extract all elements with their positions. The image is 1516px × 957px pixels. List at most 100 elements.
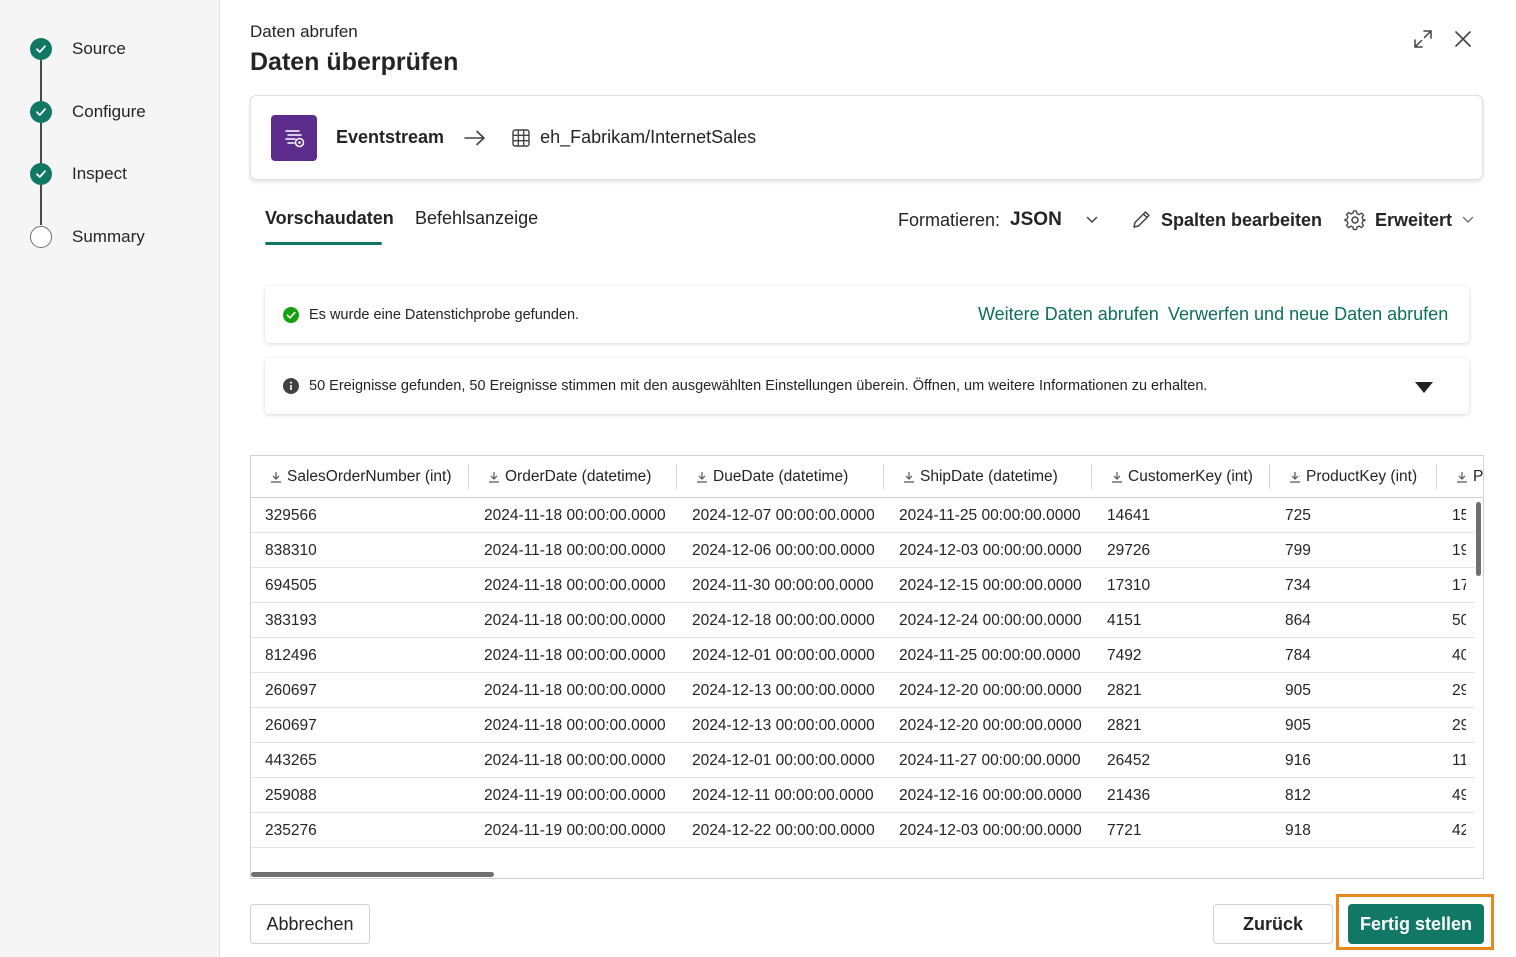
column-header-label: DueDate (datetime) [713,468,849,485]
horizontal-scrollbar[interactable] [251,872,1483,878]
events-info-message[interactable]: 50 Ereignisse gefunden, 50 Ereignisse st… [265,358,1469,414]
advanced-dropdown[interactable]: Erweitert [1344,206,1474,234]
column-divider[interactable] [676,465,677,489]
vertical-scrollbar-thumb[interactable] [1476,502,1481,576]
table-cell: 784 [1285,647,1311,664]
table-cell: 29 [1452,717,1466,734]
table-cell: 2024-11-27 00:00:00.0000 [899,752,1081,769]
column-header-label: CustomerKey (int) [1128,468,1253,485]
events-info-text: 50 Ereignisse gefunden, 50 Ereignisse st… [309,378,1208,394]
sort-icon [271,472,281,483]
table-cell: 2024-12-22 00:00:00.0000 [692,822,875,839]
table-cell: 29 [1452,682,1466,699]
table-row[interactable]: 694505 2024-11-18 00:00:00.0000 2024-11-30… [251,568,1477,603]
table-cell: 260697 [265,682,317,699]
column-divider[interactable] [883,465,884,489]
sample-found-message: Es wurde eine Datenstichprobe gefunden. … [265,286,1469,343]
table-cell: 259088 [265,787,317,804]
step-configure[interactable]: Configure [30,100,146,124]
column-header-label: ShipDate (datetime) [920,468,1058,485]
tab-preview-data[interactable]: Vorschaudaten [265,208,394,229]
eventstream-icon [271,114,317,161]
empty-circle-icon [30,226,52,248]
column-divider[interactable] [1436,465,1437,489]
table-cell: 2024-12-03 00:00:00.0000 [899,542,1082,559]
column-header[interactable]: SalesOrderNumber (int) [269,456,452,498]
sort-icon [1112,472,1122,483]
table-row[interactable]: 838310 2024-11-18 00:00:00.0000 2024-12-06… [251,533,1477,568]
table-row[interactable]: 812496 2024-11-18 00:00:00.0000 2024-12-01… [251,638,1477,673]
column-divider[interactable] [468,465,469,489]
get-more-data-link[interactable]: Weitere Daten abrufen [978,304,1159,325]
table-cell: 2024-12-03 00:00:00.0000 [899,822,1082,839]
column-header-label: Pr [1473,468,1484,485]
format-label: Formatieren: [898,209,1001,230]
table-cell: 812 [1285,787,1311,804]
close-icon[interactable] [1450,26,1476,52]
dialog-title: Daten überprüfen [250,48,459,76]
column-header-label: OrderDate (datetime) [505,468,652,485]
table-row[interactable]: 383193 2024-11-18 00:00:00.0000 2024-12-18… [251,603,1477,638]
column-header[interactable]: DueDate (datetime) [695,456,848,498]
finish-button[interactable]: Fertig stellen [1348,904,1484,944]
table-row[interactable]: 260697 2024-11-18 00:00:00.0000 2024-12-13… [251,673,1477,708]
column-divider[interactable] [1091,465,1092,489]
table-cell: 2024-11-18 00:00:00.0000 [484,682,666,699]
table-cell: 19 [1452,542,1466,559]
edit-columns-button[interactable]: Spalten bearbeiten [1130,206,1322,234]
step-source[interactable]: Source [30,37,126,61]
column-header[interactable]: ShipDate (datetime) [902,456,1058,498]
table-cell: 2024-11-18 00:00:00.0000 [484,752,666,769]
dialog-subtitle: Daten abrufen [250,22,358,41]
table-cell: 694505 [265,577,317,594]
table-cell: 2024-12-11 00:00:00.0000 [692,787,874,804]
table-row[interactable]: 443265 2024-11-18 00:00:00.0000 2024-12-01… [251,743,1477,778]
table-row[interactable]: 259088 2024-11-19 00:00:00.0000 2024-12-11… [251,778,1477,813]
column-header[interactable]: Pr [1455,456,1484,498]
step-label: Configure [72,102,146,121]
table-header: SalesOrderNumber (int) OrderDate (dateti… [251,456,1484,498]
table-cell: 2024-12-16 00:00:00.0000 [899,787,1082,804]
table-cell: 2024-12-06 00:00:00.0000 [692,542,875,559]
tab-command-view[interactable]: Befehlsanzeige [415,208,538,229]
back-button[interactable]: Zurück [1213,904,1333,944]
success-check-icon [283,306,299,323]
column-header[interactable]: OrderDate (datetime) [487,456,651,498]
table-cell: 2024-11-19 00:00:00.0000 [484,822,666,839]
wizard-stepper: Source Configure Inspect Summary [0,0,220,957]
table-cell: 50 [1452,612,1466,629]
caret-down-icon[interactable] [1415,382,1433,393]
horizontal-scrollbar-thumb[interactable] [251,872,494,877]
table-cell: 11 [1452,752,1466,769]
table-row[interactable]: 329566 2024-11-18 00:00:00.0000 2024-12-07… [251,498,1477,533]
step-summary[interactable]: Summary [30,225,145,249]
vertical-scrollbar[interactable] [1475,498,1483,878]
table-cell: 383193 [265,612,317,629]
step-label: Summary [72,227,145,246]
table-cell: 2024-11-19 00:00:00.0000 [484,787,666,804]
cancel-button[interactable]: Abbrechen [250,904,370,944]
table-cell: 2821 [1107,682,1142,699]
table-row[interactable]: 235276 2024-11-19 00:00:00.0000 2024-12-22… [251,813,1477,848]
table-cell: 2024-12-01 00:00:00.0000 [692,752,875,769]
arrow-right-icon [464,126,488,150]
format-dropdown[interactable]: Formatieren: JSON [898,206,1098,234]
table-cell: 4151 [1107,612,1142,629]
table-cell: 799 [1285,542,1311,559]
discard-and-get-new-data-link[interactable]: Verwerfen und neue Daten abrufen [1168,304,1448,325]
checkmark-icon [30,163,52,185]
column-header[interactable]: ProductKey (int) [1288,456,1417,498]
table-cell: 905 [1285,682,1311,699]
step-inspect[interactable]: Inspect [30,162,127,186]
sort-icon [489,472,499,483]
active-tab-indicator [265,242,382,245]
preview-data-table[interactable]: SalesOrderNumber (int) OrderDate (dateti… [250,455,1484,879]
table-cell: 15 [1452,507,1466,524]
column-divider[interactable] [1269,465,1270,489]
table-row[interactable]: 260697 2024-11-18 00:00:00.0000 2024-12-13… [251,708,1477,743]
format-value: JSON [1010,209,1062,230]
expand-icon[interactable] [1410,26,1436,52]
column-header[interactable]: CustomerKey (int) [1110,456,1253,498]
table-cell: 812496 [265,647,317,664]
table-cell: 2024-11-18 00:00:00.0000 [484,717,666,734]
